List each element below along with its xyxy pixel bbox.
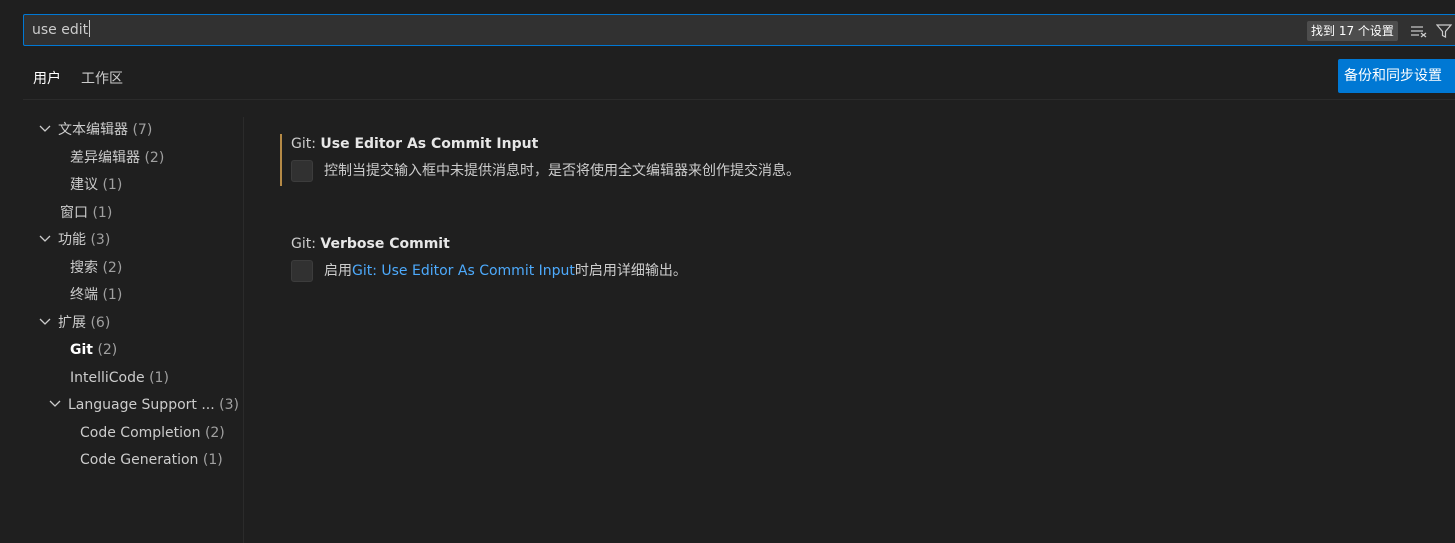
toc-item-diff-editor[interactable]: 差异编辑器 (2) (70, 147, 164, 169)
setting-title: Git: Verbose Commit (291, 236, 450, 252)
toc-item-code-completion[interactable]: Code Completion (2) (80, 422, 225, 444)
setting-description: 控制当提交输入框中未提供消息时，是否将使用全文编辑器来创作提交消息。 (324, 163, 800, 179)
toc-item-intellicode[interactable]: IntelliCode (1) (70, 367, 169, 389)
chevron-down-icon (48, 394, 64, 416)
toc-item-git[interactable]: Git (2) (70, 339, 117, 361)
toc-divider[interactable] (243, 117, 244, 543)
toc-item-suggestions[interactable]: 建议 (1) (70, 174, 122, 196)
modified-indicator (280, 134, 282, 186)
settings-search-box[interactable]: use edit 找到 17 个设置 (23, 14, 1455, 46)
toc-item-search[interactable]: 搜索 (2) (70, 257, 122, 279)
setting-title: Git: Use Editor As Commit Input (291, 136, 539, 152)
chevron-down-icon (38, 312, 54, 334)
search-input[interactable]: use edit (32, 15, 90, 45)
toc-item-terminal[interactable]: 终端 (1) (70, 284, 122, 306)
setting-checkbox[interactable] (291, 160, 313, 182)
backup-and-sync-button[interactable]: 备份和同步设置 (1338, 59, 1455, 93)
filter-icon[interactable] (1434, 21, 1454, 41)
toc-item-features[interactable]: 功能 (3) (38, 229, 110, 251)
toc-item-extensions[interactable]: 扩展 (6) (38, 312, 110, 334)
toc-item-text-editor[interactable]: 文本编辑器 (7) (38, 119, 152, 141)
toc-item-language-support[interactable]: Language Support ... (3) (48, 394, 239, 416)
setting-checkbox[interactable] (291, 260, 313, 282)
settings-scope-tabs: 用户 工作区 (23, 62, 133, 100)
tab-user[interactable]: 用户 (23, 62, 71, 100)
search-result-count-badge: 找到 17 个设置 (1307, 21, 1398, 41)
setting-description: 启用Git: Use Editor As Commit Input时启用详细输出… (324, 263, 687, 279)
clear-filter-icon[interactable] (1409, 21, 1429, 41)
toc-item-code-generation[interactable]: Code Generation (1) (80, 449, 223, 471)
toc-item-window[interactable]: 窗口 (1) (60, 202, 112, 224)
setting-link[interactable]: Git: Use Editor As Commit Input (352, 263, 575, 279)
chevron-down-icon (38, 119, 54, 141)
tabs-divider (23, 99, 1455, 100)
tab-workspace[interactable]: 工作区 (71, 62, 133, 100)
chevron-down-icon (38, 229, 54, 251)
settings-editor: use edit 找到 17 个设置 用户 工作区 备份和同步设置 文本编辑器 … (0, 0, 1455, 543)
